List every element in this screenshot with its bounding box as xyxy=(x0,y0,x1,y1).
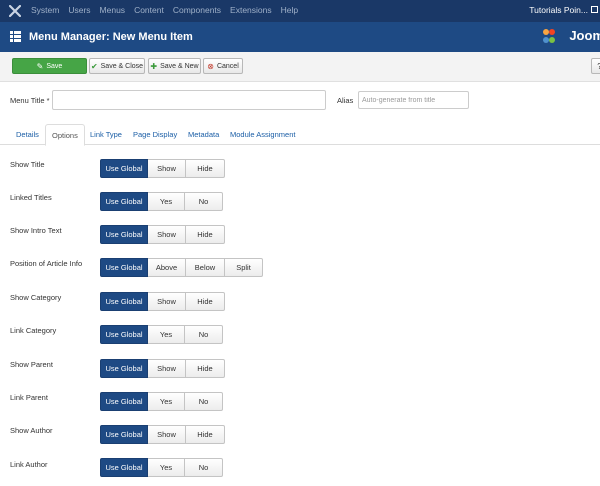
link-category-use-global[interactable]: Use Global xyxy=(100,325,148,344)
show-parent-show[interactable]: Show xyxy=(148,359,186,378)
save-button[interactable]: ✎ Save xyxy=(12,58,87,74)
show-intro-text-use-global[interactable]: Use Global xyxy=(100,225,148,244)
brand-name: Joom xyxy=(569,28,600,43)
show-author-label: Show Author xyxy=(10,426,53,435)
tab-details[interactable]: Details xyxy=(10,124,45,145)
show-parent-label: Show Parent xyxy=(10,360,53,369)
top-menu: System Users Menus Content Components Ex… xyxy=(31,5,307,15)
top-menu-components[interactable]: Components xyxy=(173,5,221,15)
show-intro-text-label: Show Intro Text xyxy=(10,226,62,235)
link-category-yes[interactable]: Yes xyxy=(148,325,185,344)
linked-titles-label: Linked Titles xyxy=(10,193,52,202)
link-parent-no[interactable]: No xyxy=(185,392,223,411)
show-parent-toggle: Use Global Show Hide xyxy=(100,359,225,378)
save-new-label: Save & New xyxy=(160,62,199,70)
link-author-toggle: Use Global Yes No xyxy=(100,458,223,477)
tab-metadata[interactable]: Metadata xyxy=(182,124,225,145)
tab-bar: Details Options Link Type Page Display M… xyxy=(0,121,600,146)
show-title-label: Show Title xyxy=(10,160,45,169)
link-author-label: Link Author xyxy=(10,460,48,469)
article-info-position-toggle: Use Global Above Below Split xyxy=(100,258,263,277)
link-parent-label: Link Parent xyxy=(10,393,48,402)
page-header: Menu Manager: New Menu Item Joom xyxy=(0,22,600,52)
link-parent-toggle: Use Global Yes No xyxy=(100,392,223,411)
menu-title-input[interactable] xyxy=(52,90,326,110)
linked-titles-yes[interactable]: Yes xyxy=(148,192,185,211)
show-title-show[interactable]: Show xyxy=(148,159,186,178)
show-title-hide[interactable]: Hide xyxy=(186,159,225,178)
linked-titles-use-global[interactable]: Use Global xyxy=(100,192,148,211)
top-menu-system[interactable]: System xyxy=(31,5,59,15)
top-menu-extensions[interactable]: Extensions xyxy=(230,5,272,15)
cancel-label: Cancel xyxy=(216,62,239,70)
toolbar: ✎ Save ✔ Save & Close ✚ Save & New ⊗ Can… xyxy=(0,52,600,82)
joomla-brand-icon xyxy=(543,29,555,43)
tab-link-type[interactable]: Link Type xyxy=(84,124,128,145)
link-author-yes[interactable]: Yes xyxy=(148,458,185,477)
save-label: Save xyxy=(46,62,63,70)
plus-icon: ✚ xyxy=(150,61,158,71)
article-info-below[interactable]: Below xyxy=(186,258,225,277)
show-author-use-global[interactable]: Use Global xyxy=(100,425,148,444)
help-button[interactable]: ? xyxy=(591,58,600,74)
tab-module-assignment[interactable]: Module Assignment xyxy=(224,124,301,145)
link-category-label: Link Category xyxy=(10,326,57,335)
tab-page-display[interactable]: Page Display xyxy=(127,124,183,145)
top-nav-bar: System Users Menus Content Components Ex… xyxy=(0,0,600,22)
show-author-toggle: Use Global Show Hide xyxy=(100,425,225,444)
top-menu-content[interactable]: Content xyxy=(134,5,164,15)
site-link[interactable]: Tutorials Poin... xyxy=(529,5,588,15)
show-title-toggle: Use Global Show Hide xyxy=(100,159,225,178)
show-parent-hide[interactable]: Hide xyxy=(186,359,225,378)
save-new-button[interactable]: ✚ Save & New xyxy=(148,58,201,74)
show-parent-use-global[interactable]: Use Global xyxy=(100,359,148,378)
show-intro-text-toggle: Use Global Show Hide xyxy=(100,225,225,244)
article-info-use-global[interactable]: Use Global xyxy=(100,258,148,277)
show-category-toggle: Use Global Show Hide xyxy=(100,292,225,311)
cancel-button[interactable]: ⊗ Cancel xyxy=(203,58,243,74)
cancel-icon: ⊗ xyxy=(207,61,214,71)
show-category-use-global[interactable]: Use Global xyxy=(100,292,148,311)
show-intro-text-hide[interactable]: Hide xyxy=(186,225,225,244)
show-intro-text-show[interactable]: Show xyxy=(148,225,186,244)
article-info-position-label: Position of Article Info xyxy=(10,259,83,268)
save-close-label: Save & Close xyxy=(100,62,144,70)
menu-title-label: Menu Title * xyxy=(10,96,50,105)
check-icon: ✔ xyxy=(90,61,98,71)
article-info-split[interactable]: Split xyxy=(225,258,263,277)
show-author-show[interactable]: Show xyxy=(148,425,186,444)
external-link-icon[interactable] xyxy=(591,6,598,13)
show-title-use-global[interactable]: Use Global xyxy=(100,159,148,178)
top-menu-menus[interactable]: Menus xyxy=(100,5,126,15)
link-parent-yes[interactable]: Yes xyxy=(148,392,185,411)
top-menu-users[interactable]: Users xyxy=(68,5,90,15)
link-author-no[interactable]: No xyxy=(185,458,223,477)
tab-options[interactable]: Options xyxy=(45,124,85,146)
show-category-hide[interactable]: Hide xyxy=(186,292,225,311)
link-parent-use-global[interactable]: Use Global xyxy=(100,392,148,411)
page-title: Menu Manager: New Menu Item xyxy=(29,31,193,43)
link-author-use-global[interactable]: Use Global xyxy=(100,458,148,477)
save-close-button[interactable]: ✔ Save & Close xyxy=(89,58,145,74)
menu-list-icon xyxy=(10,31,21,42)
show-category-label: Show Category xyxy=(10,293,62,302)
linked-titles-no[interactable]: No xyxy=(185,192,223,211)
article-info-above[interactable]: Above xyxy=(148,258,186,277)
top-menu-help[interactable]: Help xyxy=(281,5,298,15)
show-author-hide[interactable]: Hide xyxy=(186,425,225,444)
joomla-logo-icon[interactable] xyxy=(9,5,21,17)
alias-input[interactable] xyxy=(358,91,469,109)
edit-icon: ✎ xyxy=(36,61,44,71)
alias-label: Alias xyxy=(337,96,354,105)
link-category-toggle: Use Global Yes No xyxy=(100,325,223,344)
linked-titles-toggle: Use Global Yes No xyxy=(100,192,223,211)
show-category-show[interactable]: Show xyxy=(148,292,186,311)
link-category-no[interactable]: No xyxy=(185,325,223,344)
